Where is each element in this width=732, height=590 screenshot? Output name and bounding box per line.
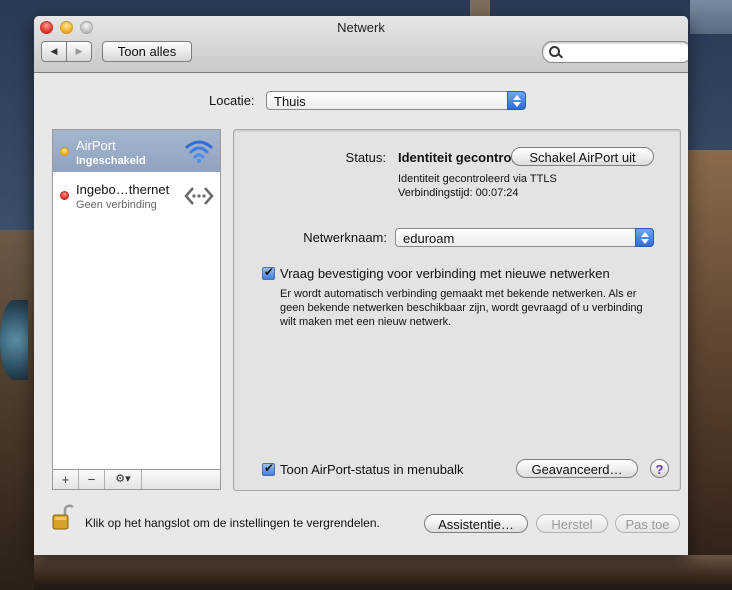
status-detail-identity: Identiteit gecontroleerd via TTLS	[398, 173, 557, 185]
window-title: Netwerk	[337, 20, 385, 35]
help-button[interactable]: ?	[650, 459, 669, 478]
wifi-icon	[185, 140, 213, 163]
popup-arrows-icon	[635, 228, 654, 247]
search-icon	[549, 46, 560, 57]
service-name: AirPort	[76, 138, 116, 153]
apply-button[interactable]: Pas toe	[615, 514, 680, 533]
service-name: Ingebo…thernet	[76, 182, 170, 197]
service-status: Ingeschakeld	[76, 155, 146, 167]
service-list-toolbar: + − ⚙▾	[53, 469, 220, 489]
ask-description-line-3: wilt maken met een nieuw netwerk.	[280, 316, 452, 328]
status-value: Identiteit gecontroleerd	[398, 150, 513, 165]
network-name-popup[interactable]: eduroam	[395, 228, 654, 247]
status-dot-icon	[60, 147, 69, 156]
revert-button[interactable]: Herstel	[536, 514, 608, 533]
forward-button[interactable]: ▶	[67, 41, 92, 62]
location-popup[interactable]: Thuis	[266, 91, 526, 110]
network-preferences-window: Netwerk ◀ ▶ Toon alles Locatie: Thuis Ai…	[34, 16, 688, 555]
desktop-background-spire	[470, 0, 490, 16]
add-service-button[interactable]: +	[53, 470, 79, 489]
popup-arrows-icon	[507, 91, 526, 110]
status-label: Status:	[345, 150, 386, 165]
network-name-label: Netwerknaam:	[303, 230, 387, 245]
desktop-background-ground	[34, 555, 732, 590]
airport-settings-panel: Status: Identiteit gecontroleerd Schakel…	[233, 129, 681, 491]
assistant-button[interactable]: Assistentie…	[424, 514, 528, 533]
desktop-background-detail	[0, 300, 28, 380]
ask-new-networks-label: Vraag bevestiging voor verbinding met ni…	[280, 266, 610, 281]
ethernet-icon	[184, 187, 214, 205]
network-name-value: eduroam	[403, 231, 455, 246]
show-status-menubar-checkbox[interactable]	[262, 461, 275, 476]
status-detail-time: Verbindingstijd: 00:07:24	[398, 187, 519, 199]
search-field[interactable]	[542, 41, 688, 63]
navigation-buttons: ◀ ▶	[41, 41, 92, 62]
back-button[interactable]: ◀	[41, 41, 67, 62]
turn-off-airport-button[interactable]: Schakel AirPort uit	[511, 147, 654, 166]
service-item-airport[interactable]: AirPort Ingeschakeld	[53, 130, 220, 172]
desktop-background	[0, 230, 34, 590]
service-list: AirPort Ingeschakeld Ingebo…thernet Geen…	[52, 129, 221, 490]
service-item-ethernet[interactable]: Ingebo…thernet Geen verbinding	[53, 174, 220, 216]
status-dot-icon	[60, 191, 69, 200]
location-value: Thuis	[274, 94, 306, 109]
gear-icon[interactable]: ⚙▾	[105, 470, 142, 489]
location-label: Locatie:	[209, 93, 255, 108]
ask-description-line-1: Er wordt automatisch verbinding gemaakt …	[280, 288, 637, 300]
search-input[interactable]	[565, 44, 684, 61]
lock-icon[interactable]	[52, 503, 74, 531]
service-status: Geen verbinding	[76, 199, 157, 211]
desktop-background-tower	[690, 0, 732, 34]
desktop-background-right	[688, 150, 732, 590]
remove-service-button[interactable]: −	[79, 470, 105, 489]
window-toolbar: Netwerk ◀ ▶ Toon alles	[34, 16, 688, 73]
show-all-button[interactable]: Toon alles	[102, 41, 192, 62]
ask-description-line-2: geen bekende netwerken beschikbaar zijn,…	[280, 302, 643, 314]
show-status-menubar-label: Toon AirPort-status in menubalk	[280, 462, 464, 477]
advanced-button[interactable]: Geavanceerd…	[516, 459, 638, 478]
ask-new-networks-checkbox[interactable]	[262, 265, 275, 280]
lock-instruction-text: Klik op het hangslot om de instellingen …	[85, 516, 380, 530]
